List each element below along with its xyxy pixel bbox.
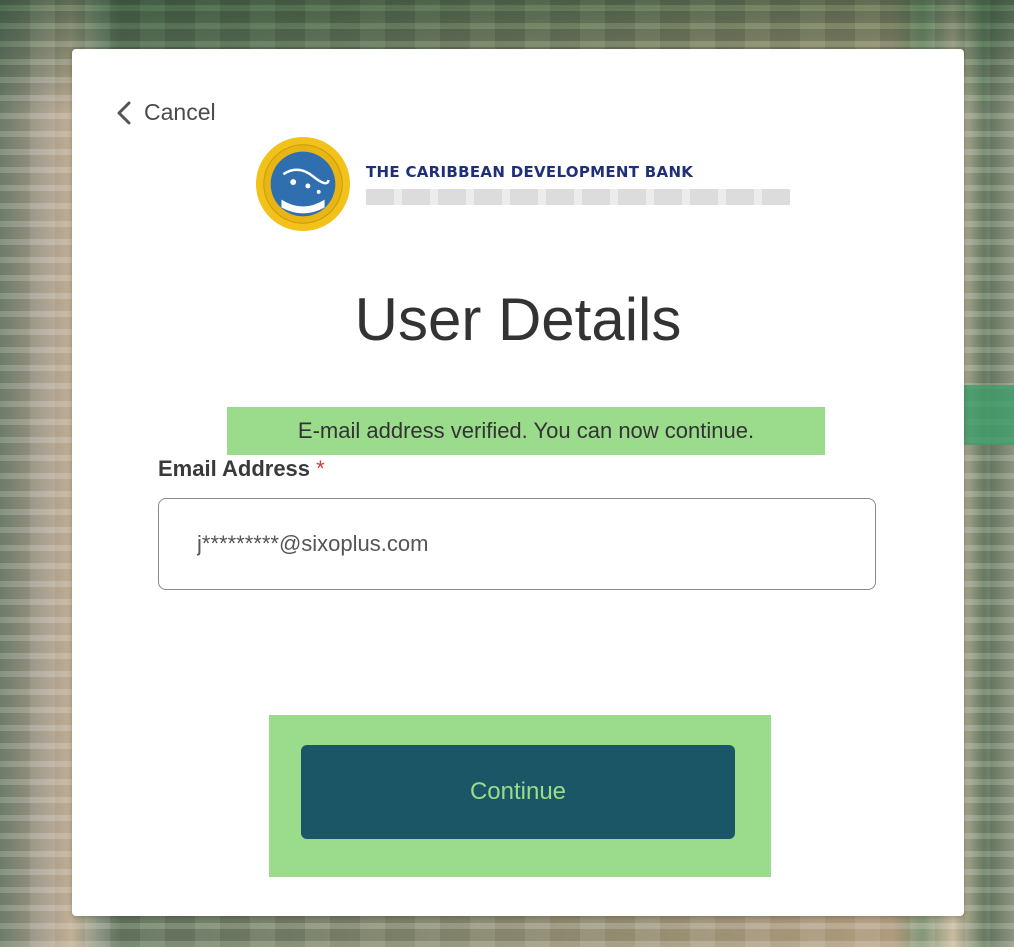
page-title: User Details [354, 286, 682, 353]
verification-status-message: E-mail address verified. You can now con… [227, 407, 825, 455]
cancel-link[interactable]: Cancel [116, 99, 216, 126]
continue-button[interactable]: Continue [301, 745, 735, 839]
email-label-text: Email Address [158, 456, 311, 481]
email-field[interactable] [158, 498, 876, 590]
bank-name: THE CARIBBEAN DEVELOPMENT BANK [366, 163, 694, 181]
continue-highlight: Continue [269, 715, 771, 877]
bank-logo: THE CARIBBEAN DEVELOPMENT BANK [254, 135, 790, 233]
bank-tagline [366, 189, 790, 205]
bank-seal-icon [255, 136, 351, 232]
chevron-left-icon [117, 101, 131, 124]
user-details-card: Cancel THE CARIBBEAN DEVELOPMENT BANK Us… [72, 49, 964, 916]
email-label: Email Address * [158, 456, 325, 482]
required-marker: * [316, 456, 325, 481]
cancel-label: Cancel [144, 99, 216, 125]
